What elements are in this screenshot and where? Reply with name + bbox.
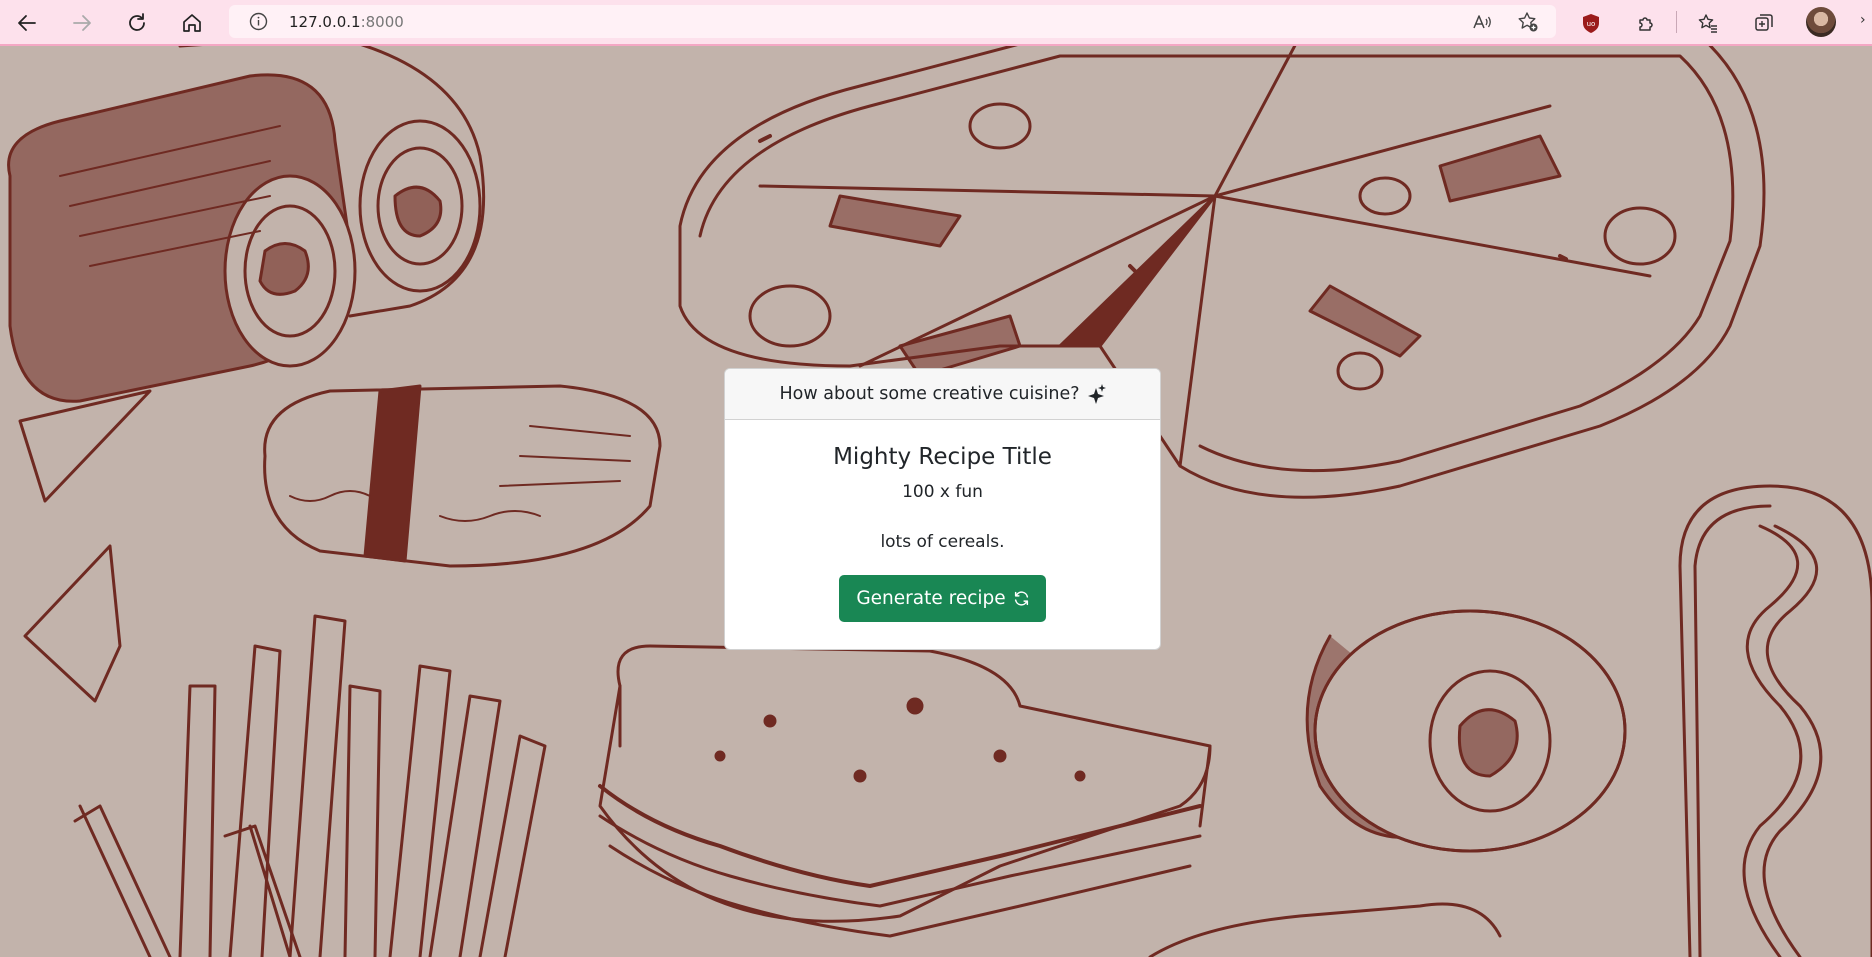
home-icon — [183, 14, 201, 32]
forward-button[interactable] — [67, 8, 97, 38]
address-bar[interactable]: 127.0.0.1:8000 — [229, 5, 1556, 38]
fries-drawing — [73, 614, 547, 957]
puzzle-icon — [1639, 17, 1653, 31]
recipe-card: How about some creative cuisine? Mighty … — [724, 368, 1161, 650]
card-header: How about some creative cuisine? — [725, 369, 1160, 420]
read-aloud-button[interactable] — [1471, 11, 1493, 33]
sandwich-drawing — [598, 644, 1212, 938]
url-port: :8000 — [360, 13, 404, 31]
toolbar-separator — [1676, 11, 1677, 33]
arrow-right-icon — [73, 15, 91, 31]
refresh-button[interactable] — [122, 8, 152, 38]
maki-roll-drawing — [1305, 609, 1627, 853]
add-favorite-button[interactable] — [1517, 11, 1539, 33]
site-info-button[interactable] — [249, 12, 268, 31]
favorites-list-icon — [1698, 14, 1717, 33]
recipe-ingredient: 100 x fun — [902, 482, 983, 502]
arrow-left-icon — [18, 15, 36, 31]
nacho-chip-drawing-2 — [23, 544, 122, 703]
ublock-shield-icon: uo — [1583, 14, 1599, 33]
refresh-icon — [1014, 591, 1028, 606]
extensions-button[interactable] — [1632, 8, 1662, 38]
star-add-icon — [1518, 12, 1538, 32]
collections-icon — [1755, 14, 1773, 31]
recipe-instructions: lots of cereals. — [880, 532, 1005, 552]
card-header-text: How about some creative cuisine? — [779, 384, 1080, 404]
collections-button[interactable] — [1749, 8, 1779, 38]
url-text[interactable]: 127.0.0.1:8000 — [289, 13, 404, 31]
refresh-icon — [129, 13, 145, 31]
generate-recipe-button[interactable]: Generate recipe — [839, 575, 1046, 622]
sparkles-icon — [1087, 384, 1106, 404]
back-button[interactable] — [12, 8, 42, 38]
more-menu-caret[interactable]: › — [1860, 12, 1866, 28]
info-icon — [249, 12, 268, 31]
sausage-drawing — [1678, 484, 1872, 957]
recipe-title: Mighty Recipe Title — [833, 444, 1052, 470]
favorites-button[interactable] — [1693, 8, 1723, 38]
nacho-chip-drawing — [18, 389, 152, 503]
url-host: 127.0.0.1 — [289, 13, 361, 31]
home-button[interactable] — [177, 8, 207, 38]
page-viewport: How about some creative cuisine? Mighty … — [0, 46, 1872, 957]
ublock-extension-button[interactable]: uo — [1576, 8, 1606, 38]
food-fragment-drawing — [1148, 902, 1502, 957]
avatar[interactable] — [1806, 7, 1836, 37]
nigiri-drawing — [263, 384, 662, 568]
browser-toolbar: 127.0.0.1:8000 uo › — [0, 0, 1872, 46]
card-body: Mighty Recipe Title 100 x fun lots of ce… — [725, 442, 1160, 622]
generate-recipe-label: Generate recipe — [856, 588, 1006, 609]
sushi-rolls-drawing — [7, 46, 486, 403]
svg-text:uo: uo — [1587, 20, 1596, 28]
read-aloud-icon — [1473, 15, 1491, 29]
